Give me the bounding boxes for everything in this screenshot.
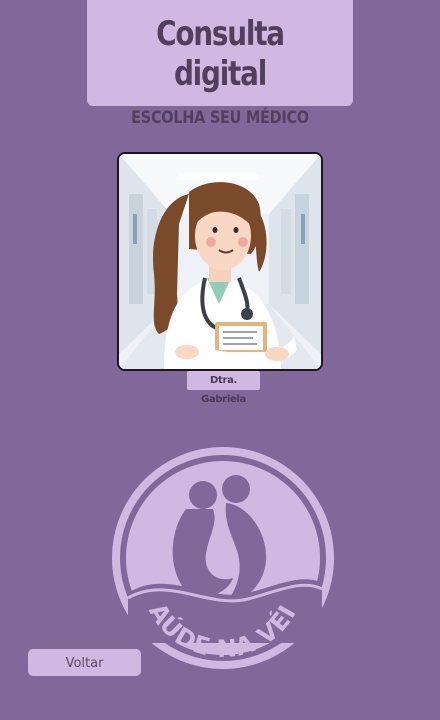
back-button[interactable]: Voltar	[28, 649, 141, 676]
doctor-name-label: Dtra. Gabriela	[187, 371, 260, 405]
page-subtitle: ESCOLHA SEU MÉDICO	[131, 108, 309, 128]
page-title: Consulta digital	[156, 14, 285, 94]
doctor-illustration	[119, 154, 321, 369]
doctor-card-gabriela[interactable]	[117, 152, 323, 371]
brand-logo: SAÚDE NA VÉIA	[98, 421, 338, 673]
header-panel: Consulta digital ESCOLHA SEU MÉDICO	[87, 0, 353, 128]
